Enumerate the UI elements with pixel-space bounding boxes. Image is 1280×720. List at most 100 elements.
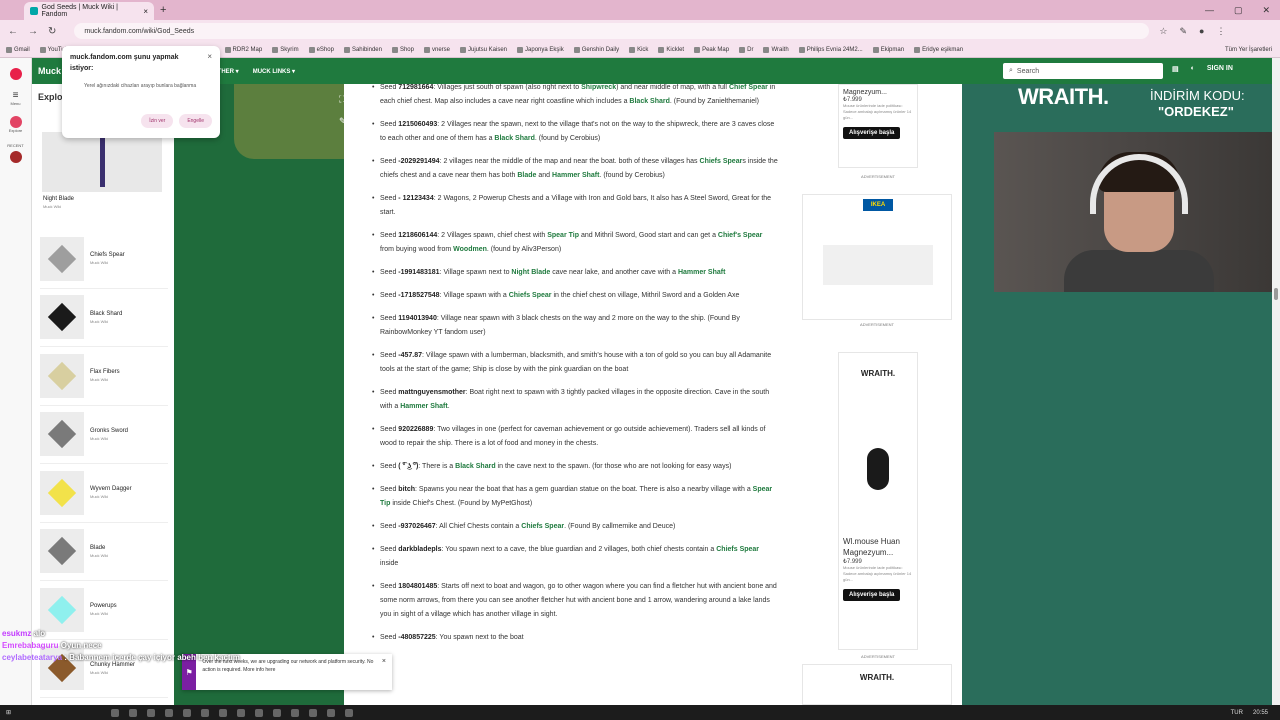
bookmark-item[interactable]: Kick bbox=[629, 46, 648, 53]
sign-in-button[interactable]: SIGN IN bbox=[1207, 65, 1233, 73]
explore-list-item[interactable]: Gronks Sword Muck Wiki bbox=[40, 406, 168, 464]
ad-ikea[interactable]: IKEA bbox=[802, 194, 952, 320]
featured-thumb[interactable] bbox=[42, 132, 162, 192]
minimize-icon[interactable]: — bbox=[1205, 5, 1214, 16]
new-tab-icon[interactable]: + bbox=[160, 4, 166, 16]
bookmark-item[interactable]: Wraith bbox=[763, 46, 789, 53]
featured-item[interactable]: Night Blade Muck Wiki bbox=[43, 196, 74, 209]
ad-top[interactable]: Magnezyum... ₺7.999 Mouse ürünlerinde ia… bbox=[838, 84, 918, 168]
bookmark-star-icon[interactable]: ☆ bbox=[1159, 26, 1167, 37]
ad-wraith-2[interactable]: WRAITH. bbox=[802, 664, 952, 705]
profile-icon[interactable]: ● bbox=[1199, 26, 1204, 37]
app-icon[interactable] bbox=[165, 708, 174, 717]
nav-muck-links[interactable]: MUCK LINKS ▾ bbox=[253, 68, 295, 75]
wiki-link[interactable]: Hammer Shaft bbox=[678, 269, 725, 276]
bookmark-item[interactable]: Genshin Daily bbox=[573, 46, 619, 53]
bookmark-item[interactable]: Dr bbox=[739, 46, 753, 53]
start-icon[interactable]: ⊞ bbox=[6, 709, 11, 716]
back-icon[interactable]: ← bbox=[8, 26, 18, 37]
notice-close-icon[interactable]: × bbox=[382, 658, 386, 665]
wiki-link[interactable]: Hammer Shaft bbox=[552, 172, 599, 179]
wiki-link[interactable]: Black Shard bbox=[494, 135, 534, 142]
bookmark-icon bbox=[39, 46, 46, 53]
all-bookmarks-button[interactable]: Tüm Yer İşaretleri bbox=[1225, 47, 1280, 53]
bookmark-item[interactable]: Eridye eşikman bbox=[914, 46, 963, 53]
app-icon[interactable] bbox=[327, 708, 336, 717]
recent-wiki-icon[interactable] bbox=[9, 151, 22, 163]
reload-icon[interactable]: ↻ bbox=[48, 26, 56, 37]
bookmark-item[interactable]: Sahibinden bbox=[343, 46, 382, 53]
ad-wraith-button[interactable]: Alışverişe başla bbox=[843, 589, 901, 601]
bookmark-item[interactable]: Ekipman bbox=[872, 46, 904, 53]
explore-list-item[interactable]: Wyvern Dagger Muck Wiki bbox=[40, 464, 168, 523]
app-icon[interactable] bbox=[129, 708, 138, 717]
ad-wraith[interactable]: WRAITH. Wl.mouse Huan Magnezyum... ₺7.99… bbox=[838, 352, 918, 650]
close-tab-icon[interactable]: × bbox=[143, 7, 148, 16]
close-icon[interactable]: × bbox=[207, 52, 212, 61]
wiki-link[interactable]: Chiefs Spear bbox=[700, 158, 743, 165]
bookmark-item[interactable]: Kicklet bbox=[658, 46, 684, 53]
ad-top-button[interactable]: Alışverişe başla bbox=[843, 127, 901, 139]
wiki-link[interactable]: Chiefs Spear bbox=[716, 546, 759, 553]
wiki-link[interactable]: Spear Tip bbox=[380, 486, 772, 507]
wiki-link[interactable]: Shipwreck bbox=[581, 84, 616, 91]
wiki-link[interactable]: Chiefs Spear bbox=[509, 292, 552, 299]
explore-list-item[interactable]: Chiefs Spear Muck Wiki bbox=[40, 230, 168, 289]
wiki-link[interactable]: Chief's Spear bbox=[718, 232, 762, 239]
app-icon[interactable] bbox=[237, 708, 246, 717]
browser-tab[interactable]: God Seeds | Muck Wiki | Fandom × bbox=[24, 2, 154, 20]
explore-list-item[interactable]: Flax Fibers Muck Wiki bbox=[40, 347, 168, 406]
bookmark-item[interactable]: Skyrim bbox=[272, 46, 299, 53]
language-indicator[interactable]: TUR bbox=[1231, 710, 1243, 716]
app-icon[interactable] bbox=[147, 708, 156, 717]
app-icon[interactable] bbox=[273, 708, 282, 717]
chat-message: ceylabeteatarya : Babannem içerde çay iç… bbox=[2, 652, 332, 664]
wiki-link[interactable]: Hammer Shaft bbox=[400, 403, 447, 410]
app-icon[interactable] bbox=[201, 708, 210, 717]
bookmark-item[interactable]: vnerse bbox=[423, 46, 450, 53]
bookmark-item[interactable]: Gmail bbox=[6, 46, 30, 53]
close-window-icon[interactable]: ✕ bbox=[1262, 5, 1270, 16]
extension-icon[interactable]: ✎ bbox=[1179, 26, 1187, 37]
rail-menu[interactable]: ≡ Menu bbox=[0, 90, 31, 106]
app-icon[interactable] bbox=[111, 708, 120, 717]
wiki-logo[interactable]: Muck bbox=[38, 66, 61, 76]
wiki-link[interactable]: Black Shard bbox=[629, 98, 669, 105]
bookmark-item[interactable]: Japonya Ekşik bbox=[517, 46, 564, 53]
bookmark-item[interactable]: Jujutsu Kaisen bbox=[460, 46, 507, 53]
chat-icon[interactable]: ▤ bbox=[1172, 65, 1179, 73]
menu-icon[interactable]: ⋮ bbox=[1216, 26, 1225, 37]
app-icon[interactable] bbox=[183, 708, 192, 717]
theme-icon[interactable]: ◐ bbox=[1191, 65, 1195, 73]
app-icon[interactable] bbox=[345, 708, 354, 717]
app-icon[interactable] bbox=[309, 708, 318, 717]
bookmark-item[interactable]: eShop bbox=[308, 46, 334, 53]
scroll-thumb[interactable] bbox=[1274, 288, 1278, 300]
allow-button[interactable]: İzin ver bbox=[141, 114, 174, 128]
rail-explore[interactable]: Explore bbox=[0, 116, 31, 133]
bookmark-item[interactable]: Peak Map bbox=[694, 46, 729, 53]
block-button[interactable]: Engelle bbox=[179, 114, 212, 128]
explore-list-item[interactable]: Black Shard Muck Wiki bbox=[40, 289, 168, 347]
wiki-link[interactable]: Chiefs Spear bbox=[521, 523, 564, 530]
wiki-link[interactable]: Blade bbox=[517, 172, 536, 179]
app-icon[interactable] bbox=[255, 708, 264, 717]
page-scrollbar[interactable] bbox=[1272, 58, 1280, 705]
explore-list-item[interactable]: Blade Muck Wiki bbox=[40, 523, 168, 581]
url-field[interactable]: muck.fandom.com/wiki/God_Seeds bbox=[74, 23, 1150, 39]
maximize-icon[interactable]: ▢ bbox=[1234, 5, 1243, 16]
bookmark-item[interactable]: RDR2 Map bbox=[224, 46, 262, 53]
rail-fandom-logo[interactable] bbox=[0, 68, 31, 80]
wiki-link[interactable]: Night Blade bbox=[511, 269, 550, 276]
app-icon[interactable] bbox=[219, 708, 228, 717]
search-input[interactable]: ⌕ Search bbox=[1003, 63, 1163, 79]
clock[interactable]: 20:55 bbox=[1253, 710, 1268, 716]
wiki-link[interactable]: Black Shard bbox=[455, 463, 495, 470]
forward-icon[interactable]: → bbox=[28, 26, 38, 37]
wiki-link[interactable]: Chief Spear bbox=[729, 84, 768, 91]
app-icon[interactable] bbox=[291, 708, 300, 717]
wiki-link[interactable]: Woodmen bbox=[453, 246, 487, 253]
bookmark-item[interactable]: Philips Evnia 24M2... bbox=[798, 46, 863, 53]
wiki-link[interactable]: Spear Tip bbox=[547, 232, 579, 239]
bookmark-item[interactable]: Shop bbox=[391, 46, 414, 53]
